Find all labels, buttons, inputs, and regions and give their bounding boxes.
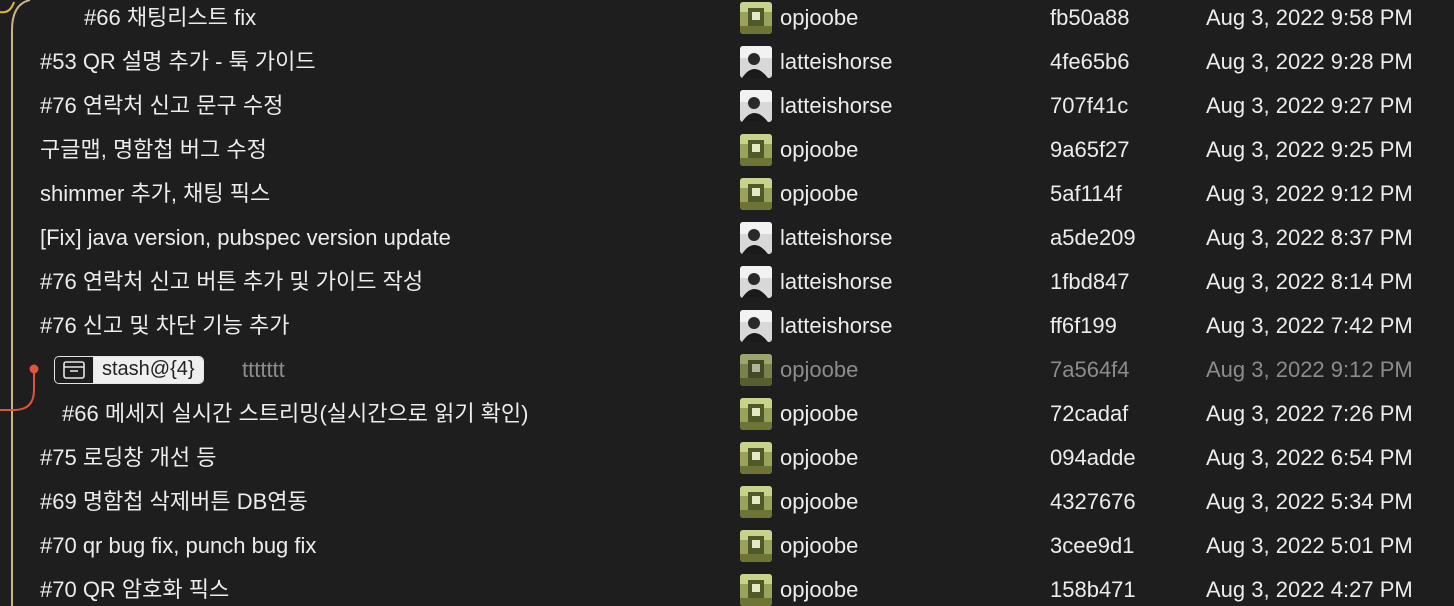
commit-author: latteishorse [780, 49, 893, 74]
commit-message: #53 QR 설명 추가 - 툭 가이드 [40, 49, 316, 74]
opjoobe-avatar [740, 530, 772, 562]
stash-date: Aug 3, 2022 9:12 PM [1206, 357, 1413, 382]
commit-row[interactable]: #70 qr bug fix, punch bug fix opjoobe 3c… [0, 524, 1454, 568]
commit-message: #75 로딩창 개선 등 [40, 445, 217, 470]
commit-row[interactable]: #76 연락처 신고 문구 수정 latteishorse 707f41c Au… [0, 84, 1454, 128]
commit-message: #70 QR 암호화 픽스 [40, 577, 230, 602]
stash-tag-label: stash@{4} [94, 357, 203, 383]
commit-row[interactable]: #53 QR 설명 추가 - 툭 가이드 latteishorse 4fe65b… [0, 40, 1454, 84]
commit-date: Aug 3, 2022 7:42 PM [1206, 313, 1413, 338]
commit-hash: a5de209 [1050, 225, 1136, 250]
commit-message: #70 qr bug fix, punch bug fix [40, 533, 317, 558]
commit-date: Aug 3, 2022 7:26 PM [1206, 401, 1413, 426]
commit-hash: 72cadaf [1050, 401, 1129, 426]
commit-hash: 707f41c [1050, 93, 1129, 118]
commit-hash: 5af114f [1050, 181, 1122, 206]
commit-date: Aug 3, 2022 9:58 PM [1206, 5, 1413, 30]
commit-message: #66 채팅리스트 fix [84, 5, 257, 30]
commit-date: Aug 3, 2022 9:27 PM [1206, 93, 1413, 118]
commit-author: latteishorse [780, 269, 893, 294]
commit-author: opjoobe [780, 489, 859, 514]
commit-author: latteishorse [780, 93, 893, 118]
commit-row[interactable]: 구글맵, 명함첩 버그 수정 opjoobe 9a65f27 Aug 3, 20… [0, 128, 1454, 172]
commit-row[interactable]: #66 채팅리스트 fix opjoobe fb50a88 Aug 3, 202… [0, 0, 1454, 40]
latteishorse-avatar [740, 90, 772, 122]
commit-author: opjoobe [780, 533, 859, 558]
opjoobe-avatar [740, 398, 772, 430]
opjoobe-avatar [740, 134, 772, 166]
commit-message: 구글맵, 명함첩 버그 수정 [40, 137, 267, 162]
commit-log: #66 채팅리스트 fix opjoobe fb50a88 Aug 3, 202… [0, 0, 1454, 606]
commit-message: #66 메세지 실시간 스트리밍(실시간으로 읽기 확인) [62, 401, 529, 426]
commit-author: latteishorse [780, 313, 893, 338]
commit-message: shimmer 추가, 채팅 픽스 [40, 181, 271, 206]
commit-message: #76 연락처 신고 문구 수정 [40, 93, 284, 118]
opjoobe-avatar [740, 574, 772, 606]
commit-author: opjoobe [780, 137, 859, 162]
commit-date: Aug 3, 2022 9:25 PM [1206, 137, 1413, 162]
commit-date: Aug 3, 2022 8:37 PM [1206, 225, 1413, 250]
commit-row[interactable]: shimmer 추가, 채팅 픽스 opjoobe 5af114f Aug 3,… [0, 172, 1454, 216]
stash-author: opjoobe [780, 357, 859, 382]
latteishorse-avatar [740, 222, 772, 254]
stash-row[interactable]: stash@{4} ttttttt opjoobe 7a564f4 Aug 3,… [0, 348, 1454, 392]
opjoobe-avatar [740, 486, 772, 518]
latteishorse-avatar [740, 46, 772, 78]
commit-author: opjoobe [780, 445, 859, 470]
stash-box-icon [55, 357, 94, 383]
stash-tag[interactable]: stash@{4} [54, 356, 204, 384]
latteishorse-avatar [740, 310, 772, 342]
commit-hash: 1fbd847 [1050, 269, 1130, 294]
commit-hash: 158b471 [1050, 577, 1136, 602]
commit-date: Aug 3, 2022 8:14 PM [1206, 269, 1413, 294]
opjoobe-avatar [740, 442, 772, 474]
opjoobe-avatar [740, 178, 772, 210]
commit-row[interactable]: #75 로딩창 개선 등 opjoobe 094adde Aug 3, 2022… [0, 436, 1454, 480]
commit-hash: 9a65f27 [1050, 137, 1130, 162]
commit-date: Aug 3, 2022 9:12 PM [1206, 181, 1413, 206]
opjoobe-avatar [740, 2, 772, 34]
commit-author: opjoobe [780, 401, 859, 426]
commit-date: Aug 3, 2022 4:27 PM [1206, 577, 1413, 602]
commit-author: opjoobe [780, 577, 859, 602]
stash-hash: 7a564f4 [1050, 357, 1130, 382]
commit-row[interactable]: #76 신고 및 차단 기능 추가 latteishorse ff6f199 A… [0, 304, 1454, 348]
commit-message: #76 신고 및 차단 기능 추가 [40, 313, 290, 338]
commit-message: #69 명함첩 삭제버튼 DB연동 [40, 489, 308, 514]
commit-row[interactable]: [Fix] java version, pubspec version upda… [0, 216, 1454, 260]
commit-hash: 3cee9d1 [1050, 533, 1135, 558]
commit-row[interactable]: #66 메세지 실시간 스트리밍(실시간으로 읽기 확인) opjoobe 72… [0, 392, 1454, 436]
commit-hash: 4327676 [1050, 489, 1136, 514]
commit-date: Aug 3, 2022 5:34 PM [1206, 489, 1413, 514]
opjoobe-avatar [740, 354, 772, 386]
commit-hash: 094adde [1050, 445, 1136, 470]
commit-author: opjoobe [780, 5, 859, 30]
commit-hash: fb50a88 [1050, 5, 1130, 30]
commit-date: Aug 3, 2022 5:01 PM [1206, 533, 1413, 558]
commit-author: opjoobe [780, 181, 859, 206]
latteishorse-avatar [740, 266, 772, 298]
commit-hash: ff6f199 [1050, 313, 1117, 338]
commit-date: Aug 3, 2022 9:28 PM [1206, 49, 1413, 74]
stash-message: ttttttt [242, 357, 285, 382]
commit-row[interactable]: #69 명함첩 삭제버튼 DB연동 opjoobe 4327676 Aug 3,… [0, 480, 1454, 524]
commit-hash: 4fe65b6 [1050, 49, 1130, 74]
commit-row[interactable]: #70 QR 암호화 픽스 opjoobe 158b471 Aug 3, 202… [0, 568, 1454, 606]
commit-message: [Fix] java version, pubspec version upda… [40, 225, 451, 250]
commit-message: #76 연락처 신고 버튼 추가 및 가이드 작성 [40, 269, 424, 294]
commit-author: latteishorse [780, 225, 893, 250]
commit-row[interactable]: #76 연락처 신고 버튼 추가 및 가이드 작성 latteishorse 1… [0, 260, 1454, 304]
commit-date: Aug 3, 2022 6:54 PM [1206, 445, 1413, 470]
